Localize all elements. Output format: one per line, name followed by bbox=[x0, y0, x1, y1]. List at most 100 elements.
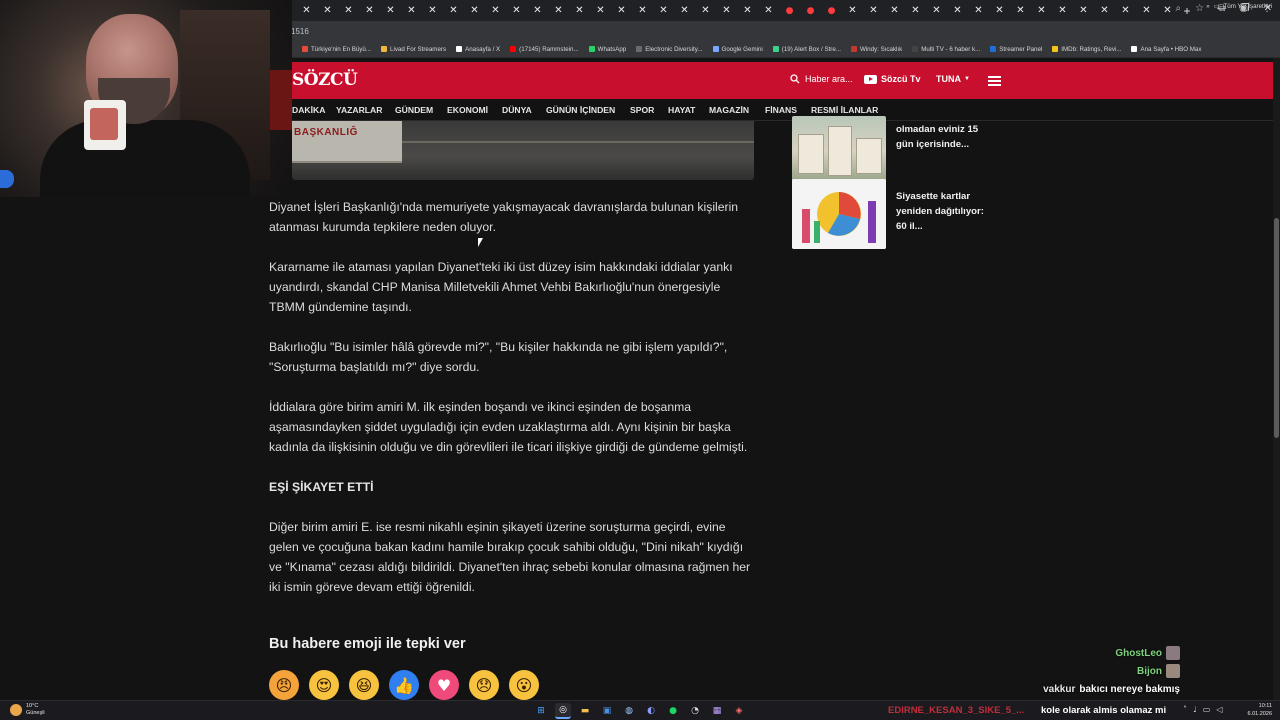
x-tab-icon[interactable]: ✕ bbox=[1031, 2, 1052, 19]
discord-icon[interactable]: ◐ bbox=[643, 703, 659, 719]
x-tab-icon[interactable]: ✕ bbox=[842, 2, 863, 19]
bookmark-item[interactable]: Ana Sayfa • HBO Max bbox=[1131, 46, 1201, 53]
bookmark-item[interactable]: IMDb: Ratings, Revi... bbox=[1052, 46, 1121, 53]
x-tab-icon[interactable]: ✕ bbox=[1115, 2, 1136, 19]
x-tab-icon[interactable]: ✕ bbox=[338, 2, 359, 19]
nav-item[interactable]: HAYAT bbox=[668, 105, 695, 115]
x-tab-icon[interactable]: ✕ bbox=[674, 2, 695, 19]
nav-item[interactable]: MAGAZİN bbox=[709, 105, 749, 115]
zoom-icon[interactable]: ⌕ bbox=[1176, 3, 1182, 14]
system-clock[interactable]: 10:11 6.01.2026 bbox=[1248, 702, 1272, 718]
chrome-icon[interactable]: ◎ bbox=[555, 703, 571, 719]
x-tab-icon[interactable]: ✕ bbox=[1073, 2, 1094, 19]
url-text[interactable]: 1516 bbox=[291, 27, 309, 36]
x-tab-icon[interactable]: ✕ bbox=[359, 2, 380, 19]
x-tab-icon[interactable]: ✕ bbox=[737, 2, 758, 19]
search-button[interactable]: Haber ara... bbox=[790, 74, 853, 84]
thumbs-up-icon[interactable]: 👍 bbox=[389, 670, 419, 700]
angry-face-icon[interactable]: 😠 bbox=[269, 670, 299, 700]
steam-icon[interactable]: ◍ bbox=[621, 703, 637, 719]
file-explorer-icon[interactable]: ▬ bbox=[577, 703, 593, 719]
news-thumbnail-chart[interactable] bbox=[792, 179, 886, 249]
photos-icon[interactable]: ▣ bbox=[599, 703, 615, 719]
bookmark-item[interactable]: Streamer Panel bbox=[990, 46, 1042, 53]
x-tab-icon[interactable]: ✕ bbox=[443, 2, 464, 19]
nav-item[interactable]: FİNANS bbox=[765, 105, 797, 115]
x-tab-icon[interactable]: ✕ bbox=[989, 2, 1010, 19]
spotify-icon[interactable]: ● bbox=[665, 703, 681, 719]
sidebar-news-card[interactable]: Siyasette kartlar yeniden dağıtılıyor: 6… bbox=[792, 179, 992, 249]
chevron-up-icon[interactable]: ˄ bbox=[1183, 705, 1187, 714]
x-tab-icon[interactable]: ✕ bbox=[947, 2, 968, 19]
youtube-tab-icon[interactable]: ● bbox=[821, 2, 842, 19]
youtube-tab-icon[interactable]: ● bbox=[779, 2, 800, 19]
bookmark-item[interactable]: Livad For Streamers bbox=[381, 46, 446, 53]
bookmarks-more-icon[interactable]: » bbox=[1206, 3, 1209, 10]
sozcu-tv-link[interactable]: Sözcü Tv bbox=[864, 74, 921, 84]
bookmark-item[interactable]: Türkiye'nin En Büyü... bbox=[302, 46, 371, 53]
bookmark-item[interactable]: Windy: Sıcaklık bbox=[850, 46, 902, 53]
bookmark-item[interactable]: Multi TV - 6 haber k... bbox=[912, 46, 980, 53]
x-tab-icon[interactable]: ✕ bbox=[548, 2, 569, 19]
x-tab-icon[interactable]: ✕ bbox=[695, 2, 716, 19]
bookmark-item[interactable]: Electronic Diversity... bbox=[636, 46, 703, 53]
x-tab-icon[interactable]: ✕ bbox=[1052, 2, 1073, 19]
page-scrollbar[interactable] bbox=[1273, 58, 1280, 700]
x-tab-icon[interactable]: ✕ bbox=[926, 2, 947, 19]
site-logo[interactable]: SÖZCÜ bbox=[292, 70, 358, 90]
nav-item[interactable]: EKONOMİ bbox=[447, 105, 488, 115]
volume-icon[interactable]: ◁ bbox=[1216, 705, 1222, 714]
x-tab-icon[interactable]: ✕ bbox=[401, 2, 422, 19]
x-tab-icon[interactable]: ✕ bbox=[422, 2, 443, 19]
app-icon[interactable]: ▦ bbox=[709, 703, 725, 719]
nav-item[interactable]: RESMİ İLANLAR bbox=[811, 105, 878, 115]
notification-app-icon[interactable]: ◈ bbox=[731, 703, 747, 719]
x-tab-icon[interactable]: ✕ bbox=[653, 2, 674, 19]
heart-icon[interactable]: ♥ bbox=[429, 670, 459, 700]
user-menu[interactable]: TUNA ▼ bbox=[936, 74, 970, 84]
x-tab-icon[interactable]: ✕ bbox=[380, 2, 401, 19]
weather-widget[interactable]: 10°C Güneşli bbox=[10, 703, 45, 717]
heart-eyes-face-icon[interactable]: 😍 bbox=[309, 670, 339, 700]
x-tab-icon[interactable]: ✕ bbox=[1010, 2, 1031, 19]
x-tab-icon[interactable]: ✕ bbox=[464, 2, 485, 19]
mic-icon[interactable]: ♩ bbox=[1193, 705, 1197, 714]
bookmark-item[interactable]: (17145) Rammstein... bbox=[510, 46, 579, 53]
x-tab-icon[interactable]: ✕ bbox=[527, 2, 548, 19]
x-tab-icon[interactable]: ✕ bbox=[968, 2, 989, 19]
bookmark-item[interactable]: Google Gemini bbox=[712, 46, 763, 53]
bookmark-star-icon[interactable]: ☆ bbox=[1195, 3, 1204, 14]
x-tab-icon[interactable]: ✕ bbox=[905, 2, 926, 19]
x-tab-icon[interactable]: ✕ bbox=[863, 2, 884, 19]
sad-face-icon[interactable]: 😞 bbox=[469, 670, 499, 700]
nav-item[interactable]: DÜNYA bbox=[502, 105, 532, 115]
hamburger-menu-icon[interactable] bbox=[988, 76, 1001, 88]
sidebar-news-card[interactable]: olmadan eviniz 15 gün içerisinde... bbox=[792, 116, 992, 186]
x-tab-icon[interactable]: ✕ bbox=[506, 2, 527, 19]
x-tab-icon[interactable]: ✕ bbox=[884, 2, 905, 19]
news-thumbnail-buildings[interactable] bbox=[792, 116, 886, 186]
sidebar-card-title[interactable]: olmadan eviniz 15 gün içerisinde... bbox=[896, 116, 986, 186]
sidebar-card-title[interactable]: Siyasette kartlar yeniden dağıtılıyor: 6… bbox=[896, 179, 986, 249]
network-icon[interactable]: ▭ bbox=[1203, 705, 1211, 714]
x-tab-icon[interactable]: ✕ bbox=[758, 2, 779, 19]
nav-item[interactable]: GÜNÜN İÇİNDEN bbox=[546, 105, 615, 115]
x-tab-icon[interactable]: ✕ bbox=[317, 2, 338, 19]
x-tab-icon[interactable]: ✕ bbox=[1136, 2, 1157, 19]
x-tab-icon[interactable]: ✕ bbox=[632, 2, 653, 19]
laughing-face-icon[interactable]: 😆 bbox=[349, 670, 379, 700]
bookmark-item[interactable]: WhatsApp bbox=[588, 46, 626, 53]
x-tab-icon[interactable]: ✕ bbox=[716, 2, 737, 19]
bookmark-item[interactable]: (19) Alert Box / Stre... bbox=[772, 46, 841, 53]
bookmark-item[interactable]: Anasayfa / X bbox=[456, 46, 500, 53]
windows-start-icon[interactable]: ⊞ bbox=[533, 703, 549, 719]
x-tab-icon[interactable]: ✕ bbox=[1094, 2, 1115, 19]
youtube-tab-icon[interactable]: ● bbox=[800, 2, 821, 19]
x-tab-icon[interactable]: ✕ bbox=[569, 2, 590, 19]
nav-item[interactable]: SPOR bbox=[630, 105, 654, 115]
x-tab-icon[interactable]: ✕ bbox=[611, 2, 632, 19]
x-tab-icon[interactable]: ✕ bbox=[296, 2, 317, 19]
x-tab-icon[interactable]: ✕ bbox=[485, 2, 506, 19]
obs-icon[interactable]: ◔ bbox=[687, 703, 703, 719]
x-tab-icon[interactable]: ✕ bbox=[590, 2, 611, 19]
